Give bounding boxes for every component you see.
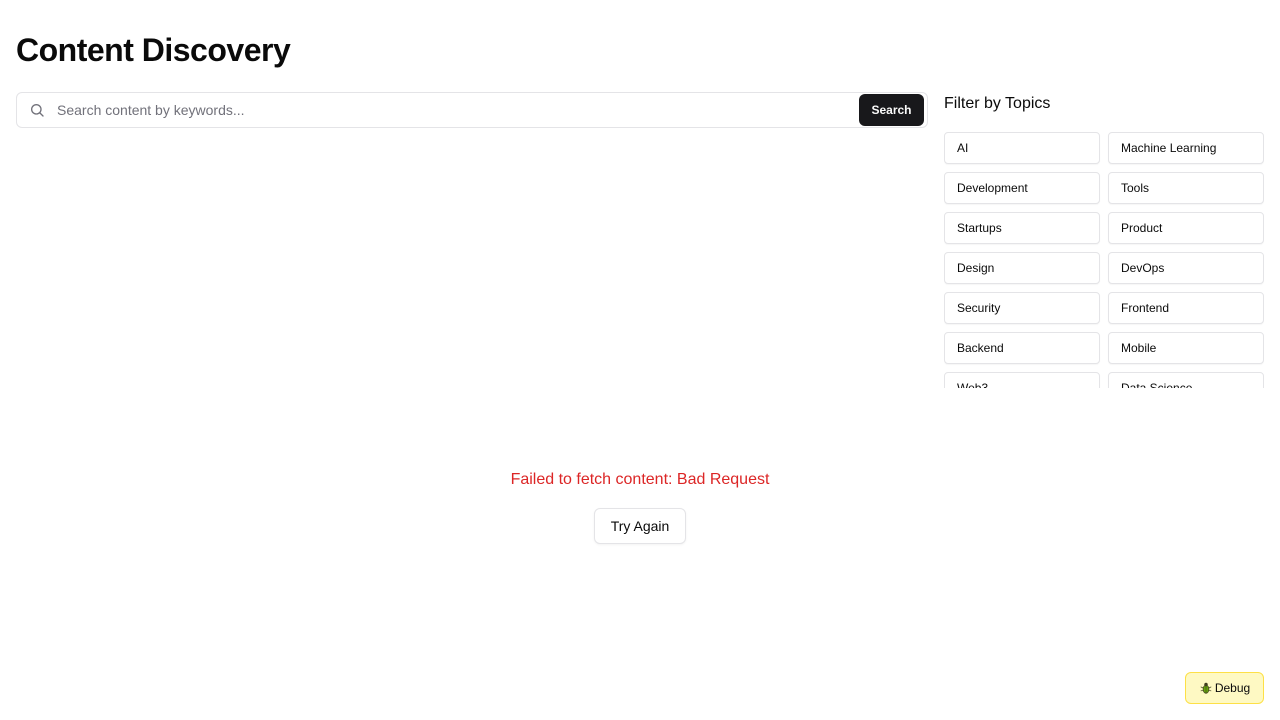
topic-chip-machine-learning[interactable]: Machine Learning bbox=[1108, 132, 1264, 164]
topic-chip-web3[interactable]: Web3 bbox=[944, 372, 1100, 388]
topic-chip-data-science[interactable]: Data Science bbox=[1108, 372, 1264, 388]
debug-button[interactable]: Debug bbox=[1185, 672, 1264, 704]
search-button[interactable]: Search bbox=[859, 94, 924, 126]
topic-list-scroll[interactable]: AI Machine Learning Development Tools St… bbox=[944, 132, 1264, 388]
topic-chip-frontend[interactable]: Frontend bbox=[1108, 292, 1264, 324]
topic-chip-devops[interactable]: DevOps bbox=[1108, 252, 1264, 284]
page-title: Content Discovery bbox=[16, 32, 291, 68]
search-input[interactable] bbox=[57, 93, 859, 127]
topic-chip-tools[interactable]: Tools bbox=[1108, 172, 1264, 204]
topic-filter-panel: Filter by Topics AI Machine Learning Dev… bbox=[944, 94, 1264, 388]
topic-chip-ai[interactable]: AI bbox=[944, 132, 1100, 164]
error-state: Failed to fetch content: Bad Request Try… bbox=[0, 470, 1280, 544]
topic-chip-mobile[interactable]: Mobile bbox=[1108, 332, 1264, 364]
search-icon bbox=[17, 93, 57, 127]
topic-chip-startups[interactable]: Startups bbox=[944, 212, 1100, 244]
bug-icon bbox=[1199, 681, 1213, 695]
search-bar: Search bbox=[16, 92, 928, 128]
topic-chip-security[interactable]: Security bbox=[944, 292, 1100, 324]
topic-chip-backend[interactable]: Backend bbox=[944, 332, 1100, 364]
topic-chip-design[interactable]: Design bbox=[944, 252, 1100, 284]
try-again-button[interactable]: Try Again bbox=[593, 508, 687, 544]
topic-grid: AI Machine Learning Development Tools St… bbox=[944, 132, 1264, 388]
topic-chip-product[interactable]: Product bbox=[1108, 212, 1264, 244]
topic-chip-development[interactable]: Development bbox=[944, 172, 1100, 204]
content-discovery-page: Content Discovery Search Filter by Topic… bbox=[0, 0, 1280, 720]
debug-label: Debug bbox=[1214, 681, 1251, 695]
error-message: Failed to fetch content: Bad Request bbox=[510, 471, 770, 488]
filter-heading: Filter by Topics bbox=[944, 95, 1051, 112]
